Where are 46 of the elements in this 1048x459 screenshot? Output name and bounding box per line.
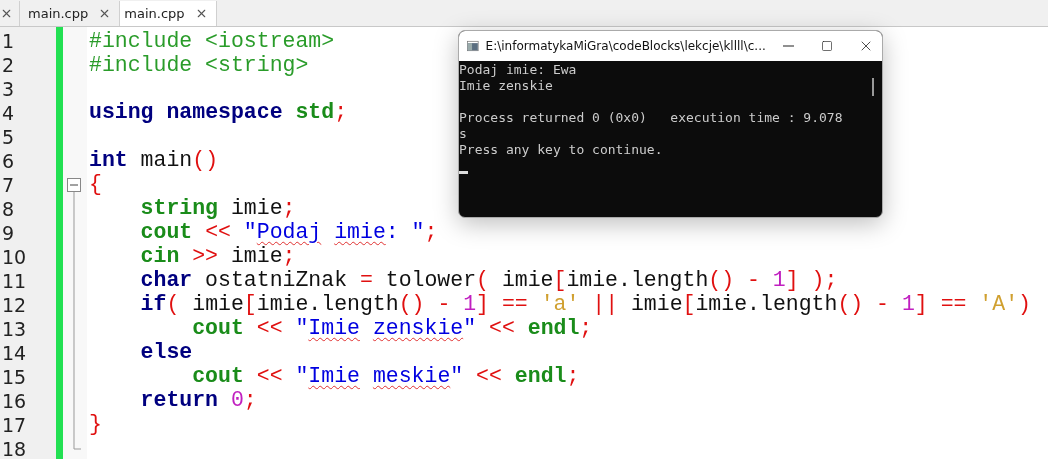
- line-number: 8: [1, 197, 16, 221]
- code-line: cout << "Podaj imie: ";: [139, 219, 438, 244]
- line-number: 12: [1, 293, 28, 317]
- code-line: cin >> imie;: [139, 243, 296, 268]
- maximize-icon: [821, 40, 834, 52]
- line-number: 17: [1, 413, 28, 437]
- console-output-line: Process returned 0 (0x0) execution time : 9.078: [459, 109, 843, 126]
- code-line: int main(): [89, 147, 219, 172]
- code-line: cout << "Imie meskie" << endl;: [191, 363, 580, 388]
- code-line: using namespace std;: [89, 100, 348, 125]
- line-number: 13: [1, 317, 28, 341]
- console-output-line: Podaj imie: Ewa: [459, 62, 577, 78]
- console-output-line: s: [459, 126, 467, 142]
- code-line: }: [89, 411, 102, 436]
- code-line: if( imie[imie.length() - 1] == 'a' || imie[imie.length() - 1] == 'A'): [139, 291, 1031, 316]
- code-line: #include <string>: [89, 53, 309, 77]
- line-number: 14: [1, 341, 28, 365]
- minimize-icon: [783, 45, 795, 47]
- console-output-line: Imie zenskie: [459, 78, 553, 94]
- line-number: 9: [1, 221, 16, 245]
- line-number: 4: [1, 101, 16, 125]
- console-output-line: Press any key to continue.: [459, 142, 663, 158]
- code-line: #include <iostream>: [89, 29, 335, 53]
- line-number: 10: [1, 245, 28, 269]
- line-number: 7: [1, 173, 16, 197]
- line-number: 15: [1, 365, 28, 389]
- code-line: {: [89, 171, 102, 196]
- line-number: 1: [1, 29, 16, 53]
- line-number: 18: [1, 437, 28, 459]
- close-icon[interactable]: [0, 7, 13, 20]
- line-number: 16: [1, 389, 28, 413]
- code-line: else: [139, 339, 193, 364]
- line-number: 2: [1, 53, 16, 77]
- editor-tab[interactable]: main.cpp: [120, 1, 217, 26]
- line-number: 6: [1, 149, 16, 173]
- code-line: string imie;: [139, 195, 296, 220]
- console-app-icon: [467, 39, 479, 53]
- code-line: cout << "Imie zenskie" << endl;: [191, 315, 593, 340]
- line-number: 3: [1, 77, 16, 101]
- fold-marker-icon[interactable]: [67, 178, 81, 192]
- window-title: E:\informatykaMiGra\codeBlocks\lekcje\kllll\c...: [485, 39, 766, 53]
- line-number: 5: [1, 125, 16, 149]
- line-number: 11: [1, 269, 28, 293]
- code-line: char ostatniZnak = tolower( imie[imie.length() - 1] );: [139, 267, 838, 292]
- code-line: return 0;: [139, 387, 257, 412]
- scrollbar-thumb[interactable]: [872, 78, 874, 96]
